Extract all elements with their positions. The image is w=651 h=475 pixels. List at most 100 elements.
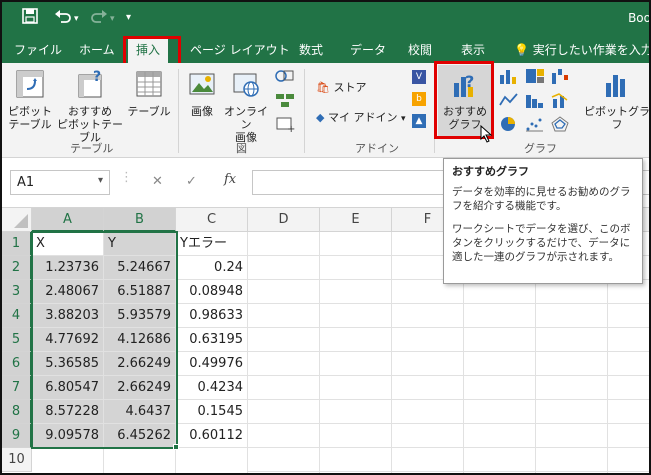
window-title: Boo — [628, 11, 651, 25]
my-addins-dropdown-icon: ▾ — [400, 114, 406, 124]
group-label-figure: 図 — [236, 142, 247, 155]
fill-handle[interactable] — [173, 444, 179, 450]
hierarchy-chart-icon — [526, 69, 544, 83]
cell-c8[interactable]: 0.1545 — [176, 400, 248, 424]
combo-chart-icon — [551, 93, 568, 108]
bing-maps-button[interactable]: b — [412, 91, 426, 106]
mouse-cursor-icon — [480, 124, 494, 147]
column-header-d[interactable]: D — [248, 208, 320, 232]
tab-review[interactable]: 校閲 — [408, 41, 432, 58]
customize-toolbar-icon[interactable]: ▾ — [126, 12, 131, 23]
column-header-e[interactable]: E — [320, 208, 392, 232]
row-header-2[interactable]: 2 — [2, 256, 32, 280]
tooltip-title: おすすめグラフ — [452, 165, 529, 178]
select-all-corner[interactable] — [2, 208, 32, 232]
statistic-chart-button[interactable] — [524, 91, 546, 112]
hierarchy-chart-button[interactable] — [524, 67, 546, 88]
screenshot-icon: + — [270, 115, 300, 136]
svg-text:+: + — [287, 124, 295, 133]
statistic-chart-icon — [526, 95, 543, 108]
scatter-chart-button[interactable] — [524, 115, 546, 136]
cell-c7[interactable]: 0.4234 — [176, 376, 248, 400]
online-image-icon — [222, 69, 270, 102]
cell-c3[interactable]: 0.08948 — [176, 280, 248, 304]
image-icon — [182, 69, 222, 102]
tab-view[interactable]: 表示 — [461, 41, 485, 58]
recommended-pivot-icon: ? — [54, 69, 126, 102]
people-graph-button[interactable]: ▲ — [412, 113, 426, 128]
shapes-button[interactable] — [270, 67, 300, 91]
scatter-chart-icon — [526, 118, 543, 132]
ribbon-insert: ピボット テーブル ? おすすめ ピボットテーブル テーブル テーブル 画像 オ… — [2, 61, 649, 158]
row-header-5[interactable]: 5 — [2, 328, 32, 352]
column-header-c[interactable]: C — [176, 208, 248, 232]
undo-dropdown-icon[interactable]: ▾ — [74, 14, 79, 24]
line-chart-button[interactable] — [498, 91, 520, 112]
name-box[interactable]: A1 ▾ — [10, 170, 110, 195]
my-addins-button[interactable]: ◆ マイ アドイン ▾ — [316, 109, 406, 125]
column-header-b[interactable]: B — [104, 208, 176, 232]
cell-c2[interactable]: 0.24 — [176, 256, 248, 280]
redo-dropdown-icon[interactable]: ▾ — [110, 14, 115, 24]
redo-icon[interactable] — [90, 8, 108, 28]
online-image-button[interactable]: オンライン 画像 — [222, 69, 270, 144]
pie-chart-button[interactable] — [498, 115, 520, 136]
store-button[interactable]: 🛍 ストア — [316, 79, 366, 95]
my-addins-icon: ◆ — [316, 111, 325, 124]
row-header-4[interactable]: 4 — [2, 304, 32, 328]
radar-chart-button[interactable] — [550, 115, 572, 136]
name-box-dropdown-icon[interactable]: ▾ — [98, 175, 103, 186]
column-chart-button[interactable] — [498, 67, 520, 88]
pivot-chart-icon — [582, 69, 649, 102]
pie-chart-icon — [501, 117, 515, 131]
excel-window: ▾ ▾ ▾ Boo ファイル ホーム 挿入 ページ レイアウト 数式 データ 校… — [0, 0, 651, 475]
ribbon-separator — [304, 69, 305, 153]
waterfall-chart-button[interactable] — [550, 67, 572, 88]
recommended-pivot-button[interactable]: ? おすすめ ピボットテーブル — [54, 69, 126, 144]
image-label: 画像 — [191, 105, 213, 118]
cell-c1[interactable]: Yエラー — [176, 232, 248, 256]
tab-page-layout[interactable]: ページ レイアウト — [190, 41, 290, 58]
row-header-6[interactable]: 6 — [2, 352, 32, 376]
visio-addin-button[interactable]: V — [412, 69, 426, 84]
cell-c4[interactable]: 0.98633 — [176, 304, 248, 328]
undo-icon[interactable] — [54, 8, 72, 28]
pivot-table-button[interactable]: ピボット テーブル — [6, 69, 54, 131]
cell-c5[interactable]: 0.63195 — [176, 328, 248, 352]
column-header-a[interactable]: A — [32, 208, 104, 232]
table-icon — [126, 69, 172, 102]
formula-bar-grip-icon[interactable]: ⋮ — [120, 170, 133, 195]
pivot-chart-button[interactable]: ピボットグラフ — [582, 69, 649, 131]
table-button[interactable]: テーブル — [126, 69, 172, 118]
line-chart-icon — [499, 93, 518, 106]
pivot-table-icon — [6, 69, 54, 102]
row-header-7[interactable]: 7 — [2, 376, 32, 400]
title-bar: ▾ ▾ ▾ Boo — [2, 2, 651, 36]
screenshot-button[interactable]: + — [270, 115, 300, 139]
row-header-10[interactable]: 10 — [2, 448, 32, 472]
tooltip-description: データを効率的に見せるお勧めのグラフを紹介する機能です。 — [452, 186, 631, 212]
save-icon[interactable] — [22, 8, 38, 28]
tab-file[interactable]: ファイル — [14, 41, 62, 58]
tab-home[interactable]: ホーム — [79, 41, 115, 58]
enter-icon[interactable]: ✓ — [186, 174, 197, 199]
smartart-button[interactable] — [270, 91, 300, 115]
tell-me-box[interactable]: 💡 実行したい作業を入力し — [514, 41, 649, 58]
combo-chart-button[interactable] — [550, 91, 572, 112]
row-header-8[interactable]: 8 — [2, 400, 32, 424]
row-header-1[interactable]: 1 — [2, 232, 32, 256]
selection-range — [31, 231, 178, 449]
row-header-3[interactable]: 3 — [2, 280, 32, 304]
name-box-value: A1 — [17, 175, 35, 190]
cell-c6[interactable]: 0.49976 — [176, 352, 248, 376]
cell-c9[interactable]: 0.60112 — [176, 424, 248, 448]
ribbon-tabs: ファイル ホーム 挿入 ページ レイアウト 数式 データ 校閲 表示 💡 実行し… — [2, 36, 649, 63]
empty-row-10[interactable] — [32, 448, 248, 473]
image-button[interactable]: 画像 — [182, 69, 222, 118]
row-header-9[interactable]: 9 — [2, 424, 32, 448]
bing-maps-icon: b — [412, 92, 426, 106]
cancel-icon[interactable]: ✕ — [152, 174, 163, 199]
tab-formulas[interactable]: 数式 — [299, 41, 323, 58]
tab-data[interactable]: データ — [350, 41, 386, 58]
insert-function-icon[interactable]: fx — [224, 172, 236, 197]
